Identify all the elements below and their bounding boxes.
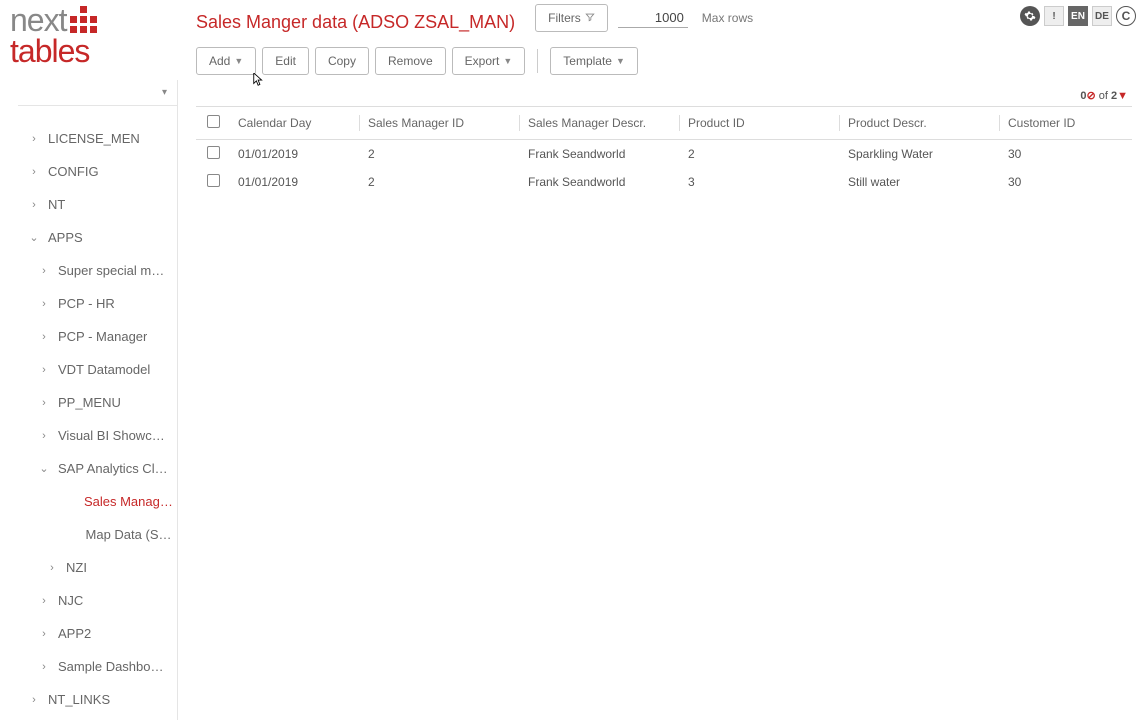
cell: 2 — [680, 140, 840, 169]
edit-button[interactable]: Edit — [262, 47, 309, 75]
chevron-icon: › — [46, 562, 58, 574]
sidebar-item-label: Super special mega ... — [58, 263, 168, 278]
col-sales-manager-descr[interactable]: Sales Manager Descr. — [520, 107, 680, 140]
caret-down-icon: ▼ — [503, 56, 512, 66]
sidebar-item[interactable]: › Sample Dashboard — [0, 650, 177, 683]
sidebar-item[interactable]: › PCP - Manager — [0, 320, 177, 353]
chevron-icon: › — [38, 298, 50, 310]
table-row[interactable]: 01/01/20192Frank Seandworld3Still water3… — [196, 168, 1132, 196]
sidebar-item-label: APP2 — [58, 626, 91, 641]
col-calendar-day[interactable]: Calendar Day — [230, 107, 360, 140]
chevron-icon: › — [38, 661, 50, 673]
cell: Frank Seandworld — [520, 168, 680, 196]
sidebar-item-label: NJC — [58, 593, 83, 608]
chevron-icon: › — [38, 265, 50, 277]
sidebar-item[interactable]: › NZI — [0, 551, 177, 584]
sidebar-item-label: Sales Manager G... — [84, 494, 177, 509]
cell: 2 — [360, 168, 520, 196]
copy-button[interactable]: Copy — [315, 47, 369, 75]
sidebar-item-label: Sample Dashboard — [58, 659, 168, 674]
col-sales-manager-id[interactable]: Sales Manager ID — [360, 107, 520, 140]
app-logo: next tables — [10, 2, 170, 70]
chevron-icon: › — [28, 133, 40, 145]
chevron-icon: › — [28, 166, 40, 178]
sidebar-item[interactable]: Sales Manager G... — [0, 485, 177, 518]
row-checkbox[interactable] — [207, 174, 220, 187]
sidebar-item[interactable]: › NT_LINKS — [0, 683, 177, 716]
row-checkbox[interactable] — [207, 146, 220, 159]
filters-button[interactable]: Filters — [535, 4, 608, 32]
filter-icon — [585, 11, 595, 25]
chevron-icon: › — [38, 364, 50, 376]
sidebar-item[interactable]: › Visual BI Showcase — [0, 419, 177, 452]
cell: 30 — [1000, 168, 1132, 196]
filters-label: Filters — [548, 11, 581, 25]
cell: 30 — [1000, 140, 1132, 169]
sidebar-item[interactable]: › NT — [0, 188, 177, 221]
table-header-row: Calendar Day Sales Manager ID Sales Mana… — [196, 107, 1132, 140]
cell: Frank Seandworld — [520, 140, 680, 169]
maxrows-input[interactable] — [618, 8, 688, 28]
sidebar-item-label: Map Data (SAC) — [86, 527, 177, 542]
chevron-icon: ⌄ — [38, 462, 50, 475]
data-table: Calendar Day Sales Manager ID Sales Mana… — [196, 107, 1132, 196]
sidebar-item[interactable]: Map Data (SAC) — [0, 518, 177, 551]
cell: 2 — [360, 140, 520, 169]
sidebar-item[interactable]: › NJC — [0, 584, 177, 617]
maxrows-label: Max rows — [702, 11, 753, 25]
sidebar-item[interactable]: ⌄ APPS — [0, 221, 177, 254]
row-count: 0⊘ of 2▼ — [196, 89, 1132, 102]
chevron-icon: › — [38, 628, 50, 640]
col-product-id[interactable]: Product ID — [680, 107, 840, 140]
toolbar: Add▼ Edit Copy Remove Export▼ Template▼ — [196, 47, 1132, 75]
sidebar-item[interactable]: › LICENSE_MEN — [0, 122, 177, 155]
caret-down-icon: ▼ — [234, 56, 243, 66]
sidebar-item-label: PCP - HR — [58, 296, 115, 311]
toolbar-divider — [537, 49, 538, 73]
select-all-checkbox[interactable] — [207, 115, 220, 128]
sidebar-item-label: CONFIG — [48, 164, 99, 179]
cell: 01/01/2019 — [230, 168, 360, 196]
sidebar-item-label: SAP Analytics Cloud... — [58, 461, 168, 476]
sidebar-item-label: NZI — [66, 560, 87, 575]
sidebar-item-label: PCP - Manager — [58, 329, 147, 344]
chevron-icon: › — [38, 397, 50, 409]
sidebar-item-label: PP_MENU — [58, 395, 121, 410]
sidebar-item[interactable]: › CONFIG — [0, 155, 177, 188]
chevron-icon: › — [38, 595, 50, 607]
add-button[interactable]: Add▼ — [196, 47, 256, 75]
chevron-icon: › — [38, 430, 50, 442]
cell: Still water — [840, 168, 1000, 196]
sidebar-item-label: NT_LINKS — [48, 692, 110, 707]
sidebar-item[interactable]: › PCP - HR — [0, 287, 177, 320]
sidebar-item[interactable]: › VDT Datamodel — [0, 353, 177, 386]
chevron-icon: › — [28, 199, 40, 211]
sidebar-item[interactable]: › PP_MENU — [0, 386, 177, 419]
remove-button[interactable]: Remove — [375, 47, 446, 75]
sidebar-item[interactable]: › Super special mega ... — [0, 254, 177, 287]
sidebar-item-label: APPS — [48, 230, 83, 245]
chevron-icon: ⌄ — [28, 231, 40, 244]
page-title: Sales Manger data (ADSO ZSAL_MAN) — [196, 12, 515, 33]
cell: 01/01/2019 — [230, 140, 360, 169]
table-row[interactable]: 01/01/20192Frank Seandworld2Sparkling Wa… — [196, 140, 1132, 169]
export-button[interactable]: Export▼ — [452, 47, 526, 75]
sidebar-item[interactable]: ⌄ SAP Analytics Cloud... — [0, 452, 177, 485]
col-product-descr[interactable]: Product Descr. — [840, 107, 1000, 140]
chevron-icon: › — [38, 331, 50, 343]
caret-down-icon: ▼ — [616, 56, 625, 66]
template-button[interactable]: Template▼ — [550, 47, 638, 75]
col-customer-id[interactable]: Customer ID — [1000, 107, 1132, 140]
sidebar-item-label: VDT Datamodel — [58, 362, 150, 377]
sidebar-item-label: Visual BI Showcase — [58, 428, 168, 443]
cell: 3 — [680, 168, 840, 196]
sidebar-item-label: LICENSE_MEN — [48, 131, 140, 146]
chevron-icon: › — [28, 694, 40, 706]
cell: Sparkling Water — [840, 140, 1000, 169]
sidebar: ▾ › LICENSE_MEN › CONFIG › NT ⌄ APPS › Super spec… — [0, 80, 178, 720]
sidebar-item-label: NT — [48, 197, 65, 212]
sidebar-item[interactable]: › APP2 — [0, 617, 177, 650]
sidebar-dropdown[interactable]: ▾ — [18, 80, 177, 106]
